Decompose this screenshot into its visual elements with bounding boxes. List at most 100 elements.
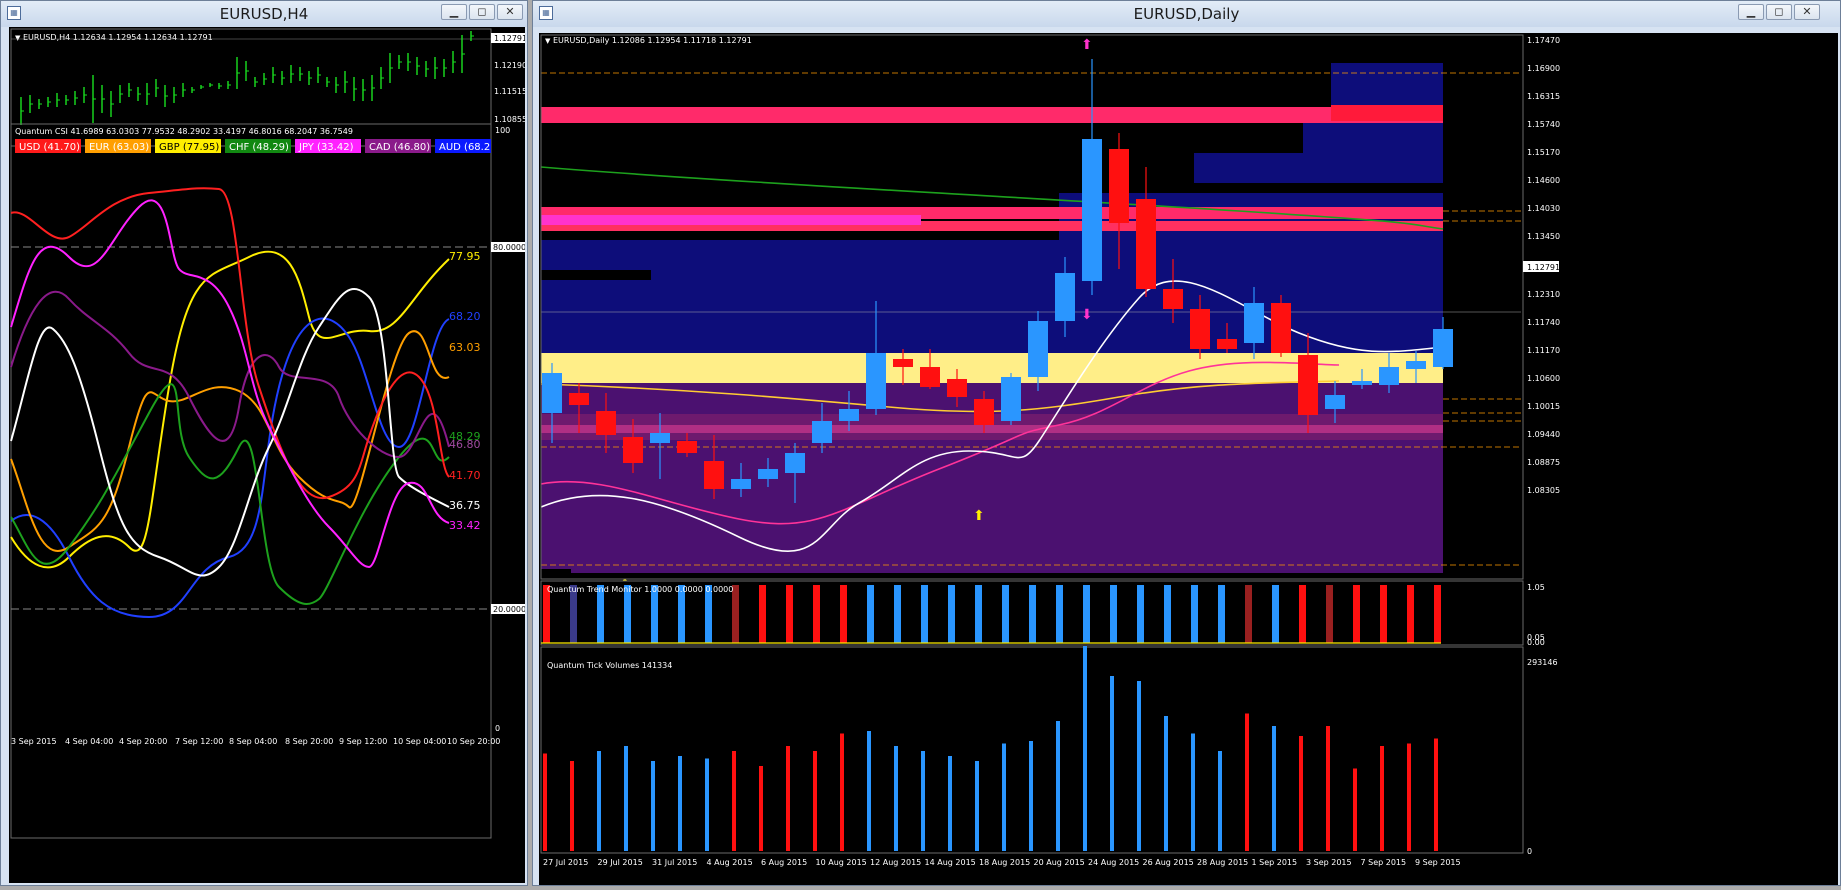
- volume-bar: [1299, 736, 1303, 851]
- trend-bar: [1029, 585, 1036, 643]
- price-label: 1.11170: [1527, 346, 1560, 355]
- time-label: 29 Jul 2015: [598, 858, 643, 867]
- time-label: 26 Aug 2015: [1143, 858, 1194, 867]
- volume-bar: [921, 751, 925, 851]
- time-label: 7 Sep 12:00: [175, 737, 223, 746]
- volume-bar: [1272, 726, 1276, 851]
- time-label: 1 Sep 2015: [1252, 858, 1298, 867]
- trend-bar: [948, 585, 955, 643]
- candle-body: [1190, 309, 1210, 349]
- time-label: 10 Sep 20:00: [447, 737, 500, 746]
- volume-bar: [1380, 746, 1384, 851]
- time-label: 10 Sep 04:00: [393, 737, 446, 746]
- candle-body: [650, 433, 670, 443]
- time-label: 8 Sep 04:00: [229, 737, 277, 746]
- volume-bar: [1191, 733, 1195, 851]
- trend-bar: [1353, 585, 1360, 643]
- window-title: EURUSD,Daily: [1133, 5, 1240, 23]
- scale-label: 1.05: [1527, 583, 1545, 592]
- volume-bar: [1245, 713, 1249, 851]
- volume-bar: [786, 746, 790, 851]
- csi-end-value: 41.70: [449, 469, 481, 482]
- scale-label: 0: [495, 724, 500, 733]
- price-zones: [541, 35, 1443, 583]
- csi-end-values: 77.9568.2063.0348.2946.8041.7036.7533.42: [449, 250, 481, 532]
- trend-bar: [1407, 585, 1414, 643]
- maximize-icon: ◻: [477, 5, 487, 18]
- minimize-button[interactable]: ▁: [441, 4, 467, 20]
- trend-bar: [1218, 585, 1225, 643]
- price-label: 1.10600: [1527, 374, 1560, 383]
- volume-bar: [975, 761, 979, 851]
- time-label: 6 Aug 2015: [761, 858, 807, 867]
- trend-bar: [1137, 585, 1144, 643]
- trend-bar: [1434, 585, 1441, 643]
- candle-body: [1163, 289, 1183, 309]
- volume-bar: [1029, 741, 1033, 851]
- volume-bar: [543, 753, 547, 851]
- volume-bar: [948, 756, 952, 851]
- h4-info: EURUSD,H4 1.12634 1.12954 1.12634 1.1279…: [23, 33, 213, 42]
- volume-bar: [1002, 743, 1006, 851]
- csi-end-value: 36.75: [449, 499, 481, 512]
- daily-chart-svg: ⬆ ⬆ ⬆ ⬇ EURUSD,Daily 1.12086 1.12954 1.1…: [540, 34, 1560, 867]
- trend-bar: [1191, 585, 1198, 643]
- scale-label: 0.00: [1527, 638, 1545, 647]
- csi-line: [10, 330, 450, 552]
- candle-body: [1217, 339, 1237, 349]
- price-label: 1.12190: [494, 61, 525, 70]
- collapse-icon: ▼: [545, 37, 551, 45]
- price-label: 1.08305: [1527, 486, 1560, 495]
- maximize-button[interactable]: ◻: [1766, 4, 1792, 20]
- title-bar[interactable]: ▦ EURUSD,H4 ▁ ◻ ✕: [1, 1, 527, 27]
- title-bar[interactable]: ▦ EURUSD,Daily ▁ ◻ ✕: [533, 1, 1840, 27]
- time-label: 3 Sep 2015: [1306, 858, 1352, 867]
- trend-bar: [1110, 585, 1117, 643]
- maximize-icon: ◻: [1774, 5, 1784, 18]
- price-label: 1.12791: [1527, 263, 1560, 272]
- price-label: 1.10015: [1527, 402, 1560, 411]
- csi-end-value: 63.03: [449, 341, 481, 354]
- candle-body: [542, 373, 562, 413]
- minimize-button[interactable]: ▁: [1738, 4, 1764, 20]
- volume-bar: [1164, 716, 1168, 851]
- candle-body: [1325, 395, 1345, 409]
- eurusd-daily-window: ▦ EURUSD,Daily ▁ ◻ ✕ ⬆ ⬆ ⬇ EURUSD,Daily …: [532, 0, 1841, 886]
- maximize-button[interactable]: ◻: [469, 4, 495, 20]
- price-label: 1.14600: [1527, 176, 1560, 185]
- candle-body: [731, 479, 751, 489]
- volume-bar: [732, 751, 736, 851]
- scale-label: 100: [495, 126, 510, 135]
- volume-bar: [1110, 676, 1114, 851]
- time-label: 9 Sep 2015: [1415, 858, 1461, 867]
- volume-bar: [1353, 768, 1357, 851]
- volume-bar: [597, 751, 601, 851]
- candle-body: [1352, 381, 1372, 385]
- scale-label: 0: [1527, 847, 1532, 856]
- trend-bar: [1245, 585, 1252, 643]
- time-label: 9 Sep 12:00: [339, 737, 387, 746]
- time-label: 12 Aug 2015: [870, 858, 921, 867]
- close-button[interactable]: ✕: [1794, 4, 1820, 20]
- h4-chart-area[interactable]: EURUSD,H4 1.12634 1.12954 1.12634 1.1279…: [9, 27, 527, 883]
- csi-strength-lines: [10, 187, 450, 619]
- csi-line: [10, 250, 450, 569]
- csi-end-value: 68.20: [449, 310, 481, 323]
- daily-chart-area[interactable]: ⬆ ⬆ ⬆ ⬇ EURUSD,Daily 1.12086 1.12954 1.1…: [539, 33, 1838, 885]
- trend-bar: [975, 585, 982, 643]
- csi-panel: [10, 123, 492, 839]
- volume-bar: [651, 761, 655, 851]
- volume-bar: [1056, 721, 1060, 851]
- trend-bar: [867, 585, 874, 643]
- time-label: 20 Aug 2015: [1034, 858, 1085, 867]
- price-label: 1.16315: [1527, 92, 1560, 101]
- volume-bar: [678, 756, 682, 851]
- trend-bar: [1002, 585, 1009, 643]
- price-label: 1.13450: [1527, 232, 1560, 241]
- csi-title: Quantum CSI 41.6989 63.0303 77.9532 48.2…: [15, 127, 353, 136]
- close-button[interactable]: ✕: [497, 4, 523, 20]
- candle-body: [1136, 199, 1156, 289]
- trend-monitor-title: Quantum Trend Monitor 1.0000 0.0000 0.00…: [547, 585, 733, 594]
- up-arrow-icon: ⬆: [1081, 37, 1093, 53]
- price-label: 1.08875: [1527, 458, 1560, 467]
